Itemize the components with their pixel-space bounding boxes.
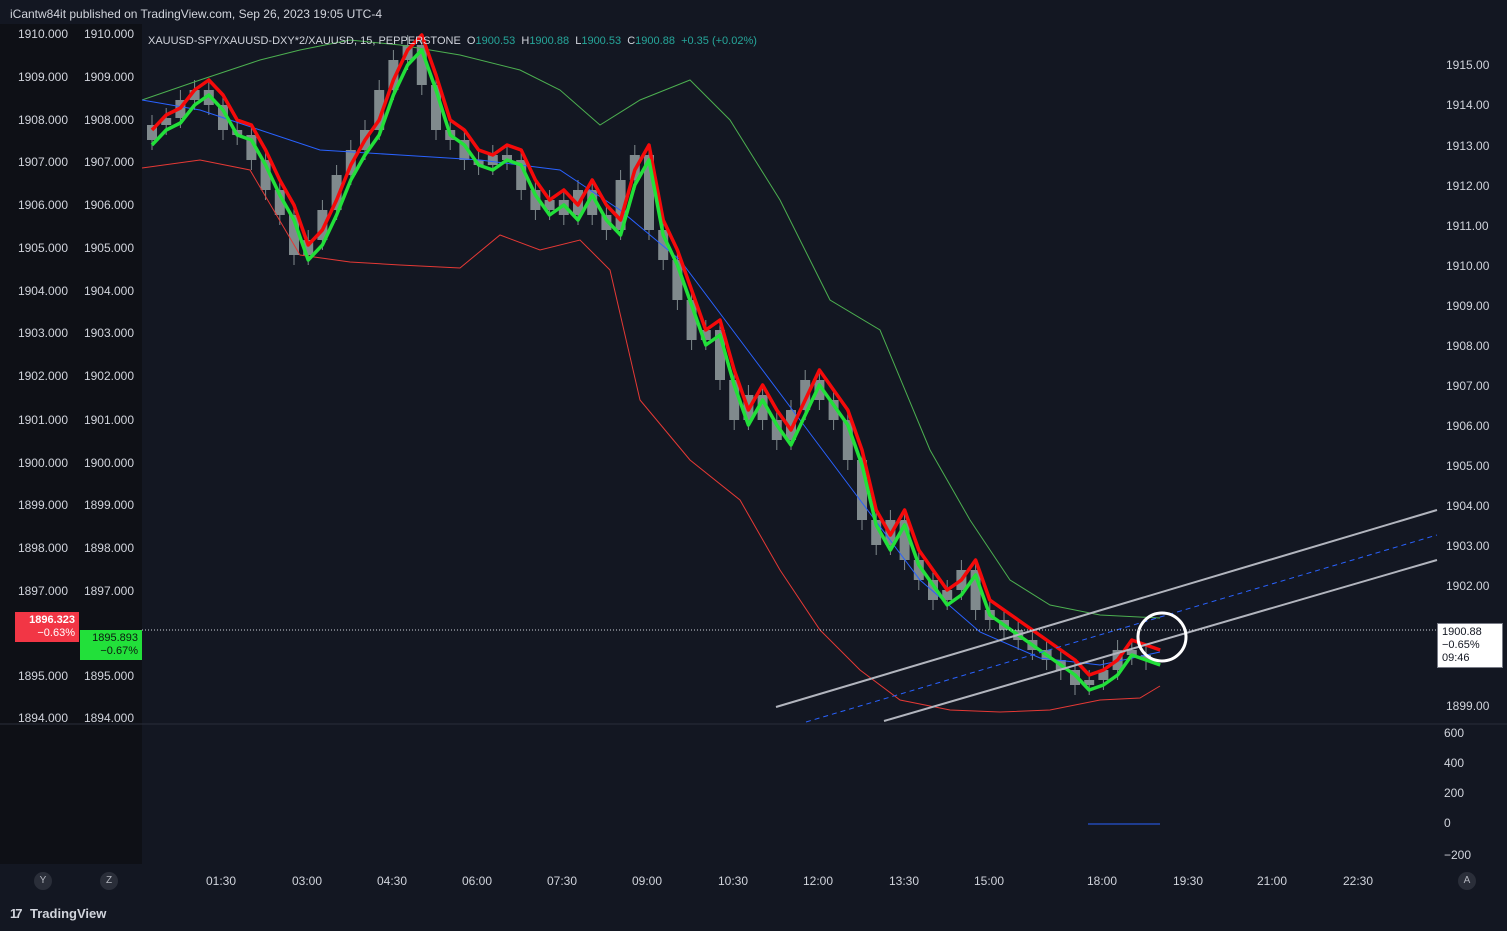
bottom-bar	[0, 896, 1507, 931]
left-axis-tick-secondary: 1910.000	[83, 27, 134, 41]
left-axis-tick-secondary: 1905.000	[83, 241, 134, 255]
right-axis-tick: 1906.00	[1446, 419, 1490, 433]
right-axis-tick: 1903.00	[1446, 539, 1490, 553]
left-axis-tick: 1895.000	[17, 669, 68, 683]
time-axis-tick: 03:00	[292, 874, 323, 888]
legend-symbol: XAUUSD-SPY/XAUUSD-DXY*2/XAUUSD, 15, PEPP…	[148, 35, 461, 47]
left-axis-tick: 1906.000	[17, 198, 68, 212]
time-axis-tick: 21:00	[1257, 874, 1288, 888]
green-price-value: 1895.893	[92, 632, 138, 644]
right-axis-tick: 1899.00	[1446, 699, 1490, 713]
green-signal-line	[150, 48, 1161, 692]
right-axis-tick: 1902.00	[1446, 579, 1490, 593]
right-axis-tick: 1914.00	[1446, 98, 1490, 112]
legend-open-value: 1900.53	[475, 35, 516, 47]
last-price-pct: −0.65%	[1442, 639, 1480, 651]
chart-legend[interactable]: XAUUSD-SPY/XAUUSD-DXY*2/XAUUSD, 15, PEPP…	[148, 35, 757, 47]
left-axis-tick-secondary: 1895.000	[83, 669, 134, 683]
left-axis-tick-secondary: 1901.000	[83, 413, 134, 427]
oscillator-tick: −200	[1444, 848, 1472, 862]
left-axis-tick: 1908.000	[17, 113, 68, 127]
oscillator-tick: 200	[1444, 786, 1465, 800]
left-axis-tick: 1905.000	[17, 241, 68, 255]
left-axis-tick: 1897.000	[17, 584, 68, 598]
channel-median-line	[805, 534, 1438, 723]
left-axis-tick: 1910.000	[17, 27, 68, 41]
left-axis-tick-secondary: 1897.000	[83, 584, 134, 598]
time-axis-tick: 13:30	[889, 874, 920, 888]
highlight-circle	[1136, 611, 1188, 663]
left-axis-tick-secondary: 1907.000	[83, 155, 134, 169]
time-axis-tick: 19:30	[1173, 874, 1204, 888]
time-axis-tick: 10:30	[718, 874, 749, 888]
right-axis-tick: 1905.00	[1446, 459, 1490, 473]
left-axis-tick-secondary: 1902.000	[83, 369, 134, 383]
auto-scale-button[interactable]: A	[1458, 872, 1476, 890]
right-axis-tick: 1904.00	[1446, 499, 1490, 513]
right-axis-tick: 1913.00	[1446, 139, 1490, 153]
time-axis-tick: 22:30	[1343, 874, 1374, 888]
left-axis-tick-secondary: 1906.000	[83, 198, 134, 212]
left-axis-tick-secondary: 1909.000	[83, 70, 134, 84]
time-axis-tick: 06:00	[462, 874, 493, 888]
y-scale-button[interactable]: Y	[34, 872, 52, 890]
right-axis-tick: 1912.00	[1446, 179, 1490, 193]
right-axis-tick: 1907.00	[1446, 379, 1490, 393]
time-axis-tick: 07:30	[547, 874, 578, 888]
left-axis-tick: 1899.000	[17, 498, 68, 512]
green-price-tag: 1895.893 −0.67%	[80, 630, 142, 660]
left-axis-tick: 1894.000	[17, 711, 68, 725]
left-axis-tick-secondary: 1899.000	[83, 498, 134, 512]
legend-close-key: C	[627, 35, 636, 47]
price-chart[interactable]	[0, 0, 1507, 931]
left-axis-tick-secondary: 1894.000	[83, 711, 134, 725]
time-axis-tick: 01:30	[206, 874, 237, 888]
right-axis-tick: 1909.00	[1446, 299, 1490, 313]
legend-high-value: 1900.88	[529, 35, 570, 47]
green-price-pct: −0.67%	[100, 645, 138, 657]
right-axis-tick: 1910.00	[1446, 259, 1490, 273]
z-scale-button[interactable]: Z	[100, 872, 118, 890]
oscillator-tick: 400	[1444, 756, 1465, 770]
tradingview-brand[interactable]: 17 TradingView	[10, 906, 106, 921]
oscillator-tick: 0	[1444, 816, 1451, 830]
legend-low-value: 1900.53	[581, 35, 622, 47]
left-axis-tick: 1902.000	[17, 369, 68, 383]
channel-lower-line	[883, 559, 1438, 722]
last-price-value: 1900.88	[1442, 626, 1482, 638]
legend-close-value: 1900.88	[635, 35, 675, 47]
legend-change: +0.35 (+0.02%)	[681, 35, 757, 47]
right-axis-tick: 1915.00	[1446, 58, 1490, 72]
right-axis-tick: 1908.00	[1446, 339, 1490, 353]
time-axis-tick: 18:00	[1087, 874, 1118, 888]
left-axis-tick: 1901.000	[17, 413, 68, 427]
red-price-pct: −0.63%	[37, 627, 75, 639]
upper-band-line	[141, 39, 1161, 619]
oscillator-tick: 600	[1444, 726, 1465, 740]
left-axis-tick-secondary: 1898.000	[83, 541, 134, 555]
left-axis-tick-secondary: 1903.000	[83, 326, 134, 340]
left-axis-tick: 1907.000	[17, 155, 68, 169]
left-axis-tick: 1898.000	[17, 541, 68, 555]
time-axis-tick: 15:00	[974, 874, 1005, 888]
time-axis-tick: 12:00	[803, 874, 834, 888]
left-axis-tick-secondary: 1900.000	[83, 456, 134, 470]
right-axis-tick: 1911.00	[1446, 219, 1489, 233]
red-price-value: 1896.323	[29, 614, 75, 626]
left-axis-tick-secondary: 1908.000	[83, 113, 134, 127]
time-axis-tick: 04:30	[377, 874, 408, 888]
tradingview-logo-icon: 17	[10, 906, 22, 921]
left-axis-tick: 1909.000	[17, 70, 68, 84]
bar-countdown: 09:46	[1442, 652, 1470, 664]
left-axis-tick-secondary: 1904.000	[83, 284, 134, 298]
left-axis-tick: 1904.000	[17, 284, 68, 298]
last-price-tag: 1900.88 −0.65% 09:46	[1437, 623, 1503, 668]
left-axis-tick: 1900.000	[17, 456, 68, 470]
red-price-tag: 1896.323 −0.63%	[15, 612, 79, 642]
time-axis-tick: 09:00	[632, 874, 663, 888]
left-axis-tick: 1903.000	[17, 326, 68, 340]
brand-name: TradingView	[30, 906, 107, 921]
